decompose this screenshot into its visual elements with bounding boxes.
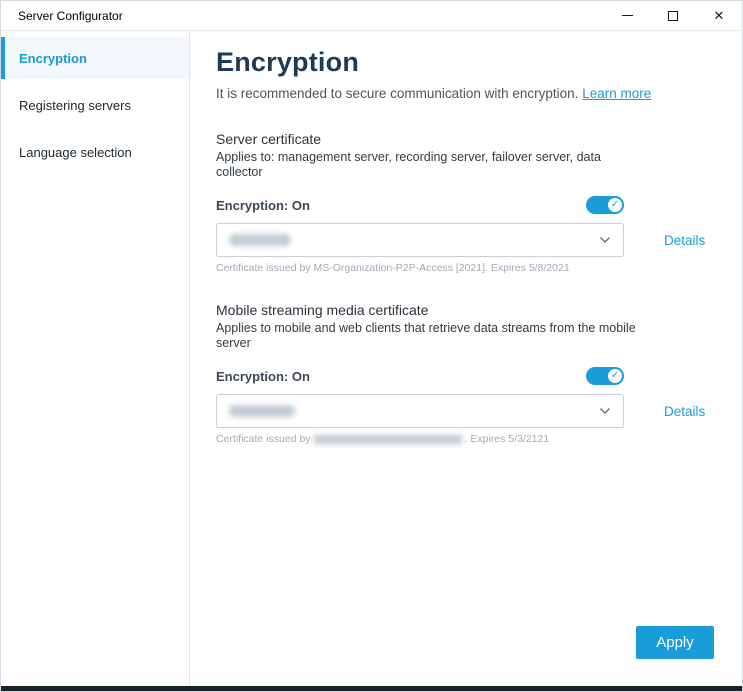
description-line: Applies to mobile and web clients that r… — [216, 321, 742, 336]
section-description: Applies to: management server, recording… — [216, 150, 742, 180]
description-line: Applies to: management server, recording… — [216, 150, 742, 165]
certificate-dropdown[interactable] — [216, 394, 624, 428]
section-heading: Server certificate — [216, 131, 742, 147]
window-bottom-accent-bar — [1, 686, 742, 691]
sidebar-item-language-selection[interactable]: Language selection — [1, 131, 189, 173]
minimize-icon — [622, 15, 633, 16]
encryption-toggle-row: Encryption: On ✓ — [216, 367, 624, 385]
sidebar-item-label: Language selection — [19, 145, 132, 160]
encryption-toggle[interactable]: ✓ — [586, 367, 624, 385]
mobile-certificate-section: Mobile streaming media certificate Appli… — [216, 302, 742, 445]
server-certificate-section: Server certificate Applies to: managemen… — [216, 131, 742, 274]
redacted-issuer — [313, 435, 463, 444]
sidebar-item-encryption[interactable]: Encryption — [1, 37, 189, 79]
maximize-button[interactable] — [650, 1, 696, 30]
certificate-dropdown[interactable] — [216, 223, 624, 257]
close-button[interactable]: ✕ — [696, 1, 742, 30]
learn-more-link[interactable]: Learn more — [582, 86, 651, 101]
certificate-field-row: Details — [216, 223, 742, 257]
chevron-down-icon — [599, 407, 611, 415]
title-bar: Server Configurator ✕ — [1, 1, 742, 31]
redacted-certificate-value — [229, 234, 291, 246]
sidebar-item-registering-servers[interactable]: Registering servers — [1, 84, 189, 126]
section-description: Applies to mobile and web clients that r… — [216, 321, 742, 351]
sidebar-item-label: Registering servers — [19, 98, 131, 113]
window-controls: ✕ — [604, 1, 742, 30]
certificate-info-suffix: . Expires 5/3/2121 — [465, 433, 550, 445]
sidebar-item-label: Encryption — [19, 51, 87, 66]
encryption-toggle-row: Encryption: On ✓ — [216, 196, 624, 214]
details-link[interactable]: Details — [664, 233, 705, 248]
certificate-field-row: Details — [216, 394, 742, 428]
section-heading: Mobile streaming media certificate — [216, 302, 742, 318]
certificate-info: Certificate issued by MS-Organization-P2… — [216, 262, 742, 274]
page-subtitle: It is recommended to secure communicatio… — [216, 86, 742, 101]
description-line: server — [216, 336, 742, 351]
check-icon: ✓ — [611, 371, 619, 381]
sidebar-nav: Encryption Registering servers Language … — [1, 31, 190, 688]
description-line: collector — [216, 165, 742, 180]
certificate-info: Certificate issued by . Expires 5/3/2121 — [216, 433, 742, 445]
apply-button[interactable]: Apply — [636, 626, 714, 659]
close-icon: ✕ — [714, 9, 725, 22]
check-icon: ✓ — [611, 200, 619, 210]
certificate-info-prefix: Certificate issued by — [216, 433, 311, 445]
redacted-certificate-value — [229, 405, 295, 417]
encryption-state-label: Encryption: On — [216, 369, 310, 384]
page-title: Encryption — [216, 47, 742, 78]
minimize-button[interactable] — [604, 1, 650, 30]
details-link[interactable]: Details — [664, 404, 705, 419]
encryption-state-label: Encryption: On — [216, 198, 310, 213]
main-content: Encryption It is recommended to secure c… — [190, 31, 742, 688]
subtitle-text: It is recommended to secure communicatio… — [216, 86, 578, 101]
server-configurator-window: Server Configurator ✕ Encryption Registe… — [0, 0, 743, 692]
encryption-toggle[interactable]: ✓ — [586, 196, 624, 214]
toggle-knob: ✓ — [608, 369, 622, 383]
chevron-down-icon — [599, 236, 611, 244]
toggle-knob: ✓ — [608, 198, 622, 212]
window-title: Server Configurator — [1, 9, 604, 23]
maximize-icon — [668, 11, 678, 21]
